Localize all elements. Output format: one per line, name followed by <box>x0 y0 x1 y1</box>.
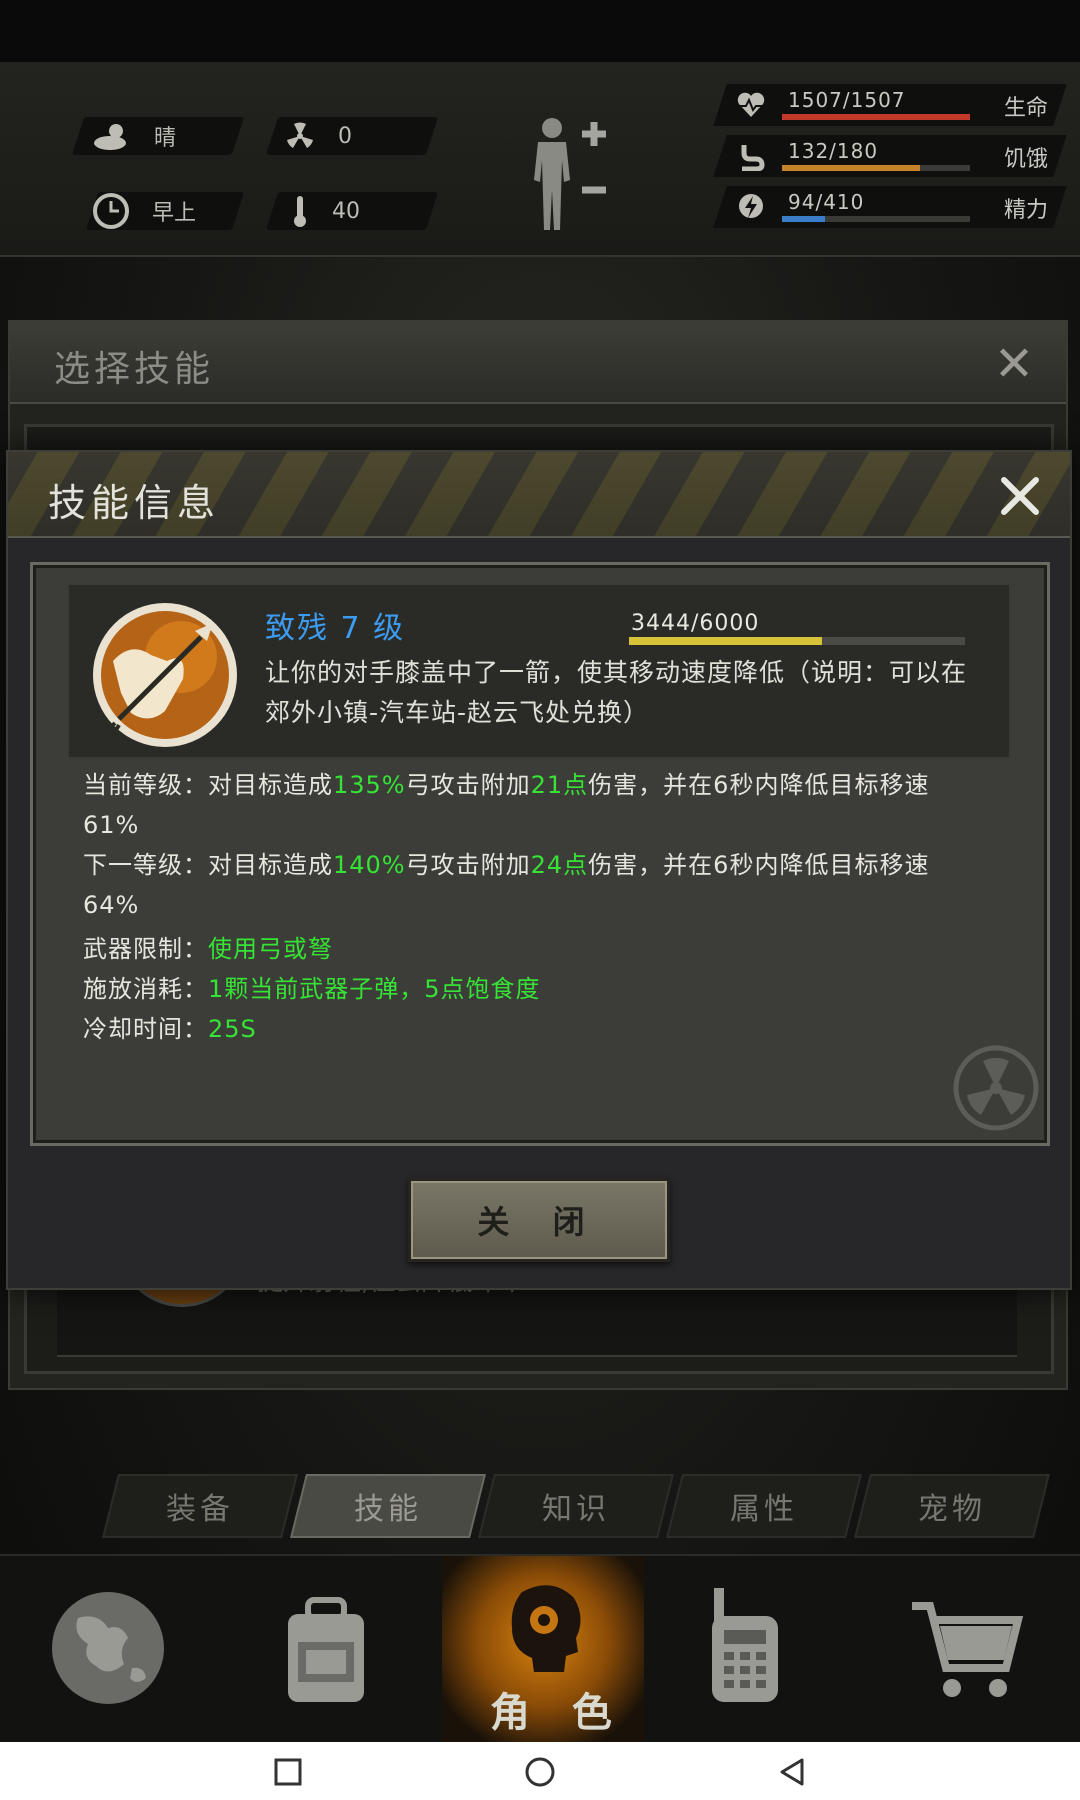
health-label: 生命 <box>1003 96 1048 121</box>
energy-label: 精力 <box>1003 198 1048 223</box>
cloud-sun-icon <box>94 124 126 150</box>
cast-cost-row: 施放消耗：1颗当前武器子弹，5点饱食度 <box>83 969 541 1009</box>
clock-icon <box>93 193 129 229</box>
back-icon[interactable] <box>776 1756 808 1788</box>
nav-radio[interactable] <box>644 1556 862 1744</box>
close-button[interactable]: 关 闭 <box>408 1178 670 1262</box>
skill-name: 致残 7 级 <box>265 611 406 646</box>
close-icon[interactable] <box>996 472 1044 520</box>
energy-bar <box>782 216 826 222</box>
bottom-navigation: 角 色 <box>0 1554 1080 1744</box>
cooldown-row: 冷却时间：25S <box>83 1009 257 1049</box>
character-icon <box>511 1585 581 1672</box>
nav-backpack[interactable] <box>220 1556 442 1744</box>
radiation-watermark-icon <box>953 1045 1039 1131</box>
system-navigation-bar <box>0 1742 1080 1800</box>
recent-apps-icon[interactable] <box>272 1756 304 1788</box>
nav-character-label: 角 色 <box>490 1690 626 1736</box>
tab-knowledge-label: 知识 <box>542 1492 610 1527</box>
character-tabs: 装备 技能 知识 属性 宠物 <box>102 1474 1066 1538</box>
skill-card: 致残 7 级 3444/6000 让你的对手膝盖中了一箭，使其移动速度降低（说明… <box>67 583 1011 759</box>
time-display: 早上 <box>92 192 196 230</box>
weapon-limit-row: 武器限制：使用弓或弩 <box>83 929 333 969</box>
energy-icon <box>739 194 763 218</box>
game-screen: 晴 0 早上 40 1507/1507 生命 132/180 饥饿 94/410… <box>0 0 1080 1800</box>
skill-exp-bar <box>629 637 965 645</box>
cast-cost-value: 1颗当前武器子弹，5点饱食度 <box>208 975 541 1003</box>
body-status-icon[interactable] <box>520 110 620 240</box>
radio-icon <box>712 1588 778 1702</box>
weather-label: 晴 <box>154 126 177 151</box>
select-skill-close-icon[interactable]: ✕ <box>992 340 1036 388</box>
skill-info-panel: 致残 7 级 3444/6000 让你的对手膝盖中了一箭，使其移动速度降低（说明… <box>30 562 1050 1146</box>
tab-skills-label: 技能 <box>354 1492 422 1527</box>
health-bar <box>782 114 970 120</box>
nav-world[interactable] <box>0 1556 220 1744</box>
cripple-skill-icon <box>93 603 237 747</box>
skill-info-dialog: 技能信息 致残 7 级 3444/6000 让你的对手膝盖中了一箭，使其移动速度… <box>6 450 1072 1290</box>
weather-display: 晴 <box>92 117 176 155</box>
health-stat: 1507/1507 生命 <box>713 84 1067 126</box>
cart-icon <box>912 1602 1024 1697</box>
dialog-title: 技能信息 <box>48 481 221 525</box>
hud-panel: 晴 0 早上 40 1507/1507 生命 132/180 饥饿 94/410… <box>0 62 1080 257</box>
current-level-text: 当前等级：对目标造成135%弓攻击附加21点伤害，并在6秒内降低目标移速61% <box>83 771 930 839</box>
cooldown-value: 25S <box>208 1015 257 1043</box>
globe-icon <box>52 1592 164 1704</box>
skill-exp-fill <box>629 637 822 645</box>
health-value: 1507/1507 <box>788 88 906 112</box>
skill-exp-value: 3444/6000 <box>631 611 760 636</box>
radiation-icon <box>287 122 313 148</box>
temperature-display: 40 <box>290 192 360 230</box>
thermometer-icon <box>294 196 306 227</box>
cooldown-label: 冷却时间： <box>83 1015 208 1043</box>
hunger-value: 132/180 <box>788 139 879 163</box>
heart-icon <box>737 92 765 117</box>
energy-value: 94/410 <box>788 190 865 214</box>
energy-stat: 94/410 精力 <box>713 186 1067 228</box>
radiation-value: 0 <box>338 123 352 149</box>
time-label: 早上 <box>152 201 197 226</box>
hunger-label: 饥饿 <box>1003 147 1048 172</box>
radiation-display: 0 <box>284 117 352 155</box>
weapon-limit-value: 使用弓或弩 <box>208 935 333 963</box>
tab-attributes-label: 属性 <box>730 1492 798 1527</box>
select-skill-title: 选择技能 <box>54 349 215 390</box>
hunger-bar <box>782 165 920 171</box>
temperature-value: 40 <box>332 198 360 224</box>
nav-shop[interactable] <box>862 1556 1080 1744</box>
backpack-icon <box>288 1597 364 1702</box>
home-icon[interactable] <box>524 1756 556 1788</box>
stomach-icon <box>741 145 765 171</box>
tab-equipment-label: 装备 <box>166 1492 234 1527</box>
next-level-text: 下一等级：对目标造成140%弓攻击附加24点伤害，并在6秒内降低目标移速64% <box>83 851 930 919</box>
skill-description: 让你的对手膝盖中了一箭，使其移动速度降低（说明：可以在郊外小镇-汽车站-赵云飞处… <box>265 658 968 727</box>
weapon-limit-label: 武器限制： <box>83 935 208 963</box>
cast-cost-label: 施放消耗： <box>83 975 208 1003</box>
tab-pets-label: 宠物 <box>918 1492 986 1527</box>
hunger-stat: 132/180 饥饿 <box>713 135 1067 177</box>
system-status-bar <box>0 0 1080 62</box>
dialog-header: 技能信息 <box>8 452 1070 538</box>
